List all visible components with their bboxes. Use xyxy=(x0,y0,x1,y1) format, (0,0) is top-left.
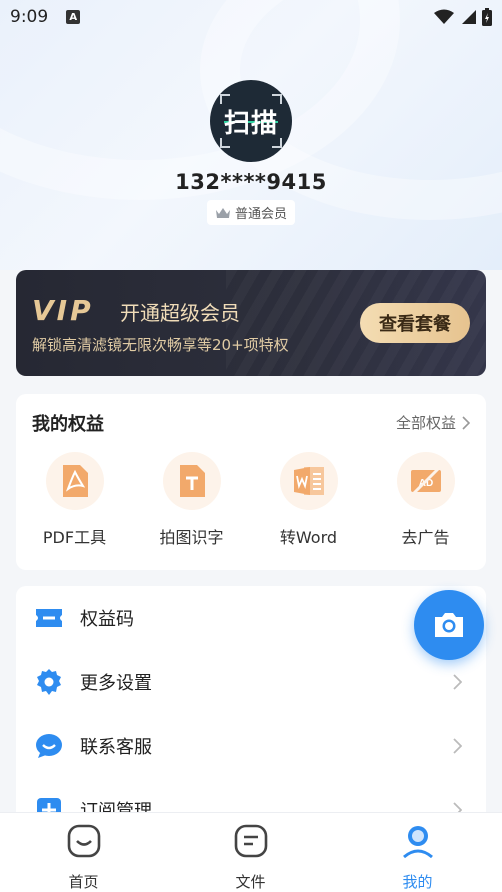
avatar-text: 扫描 xyxy=(223,108,278,139)
user-phone: 132****9415 xyxy=(175,170,327,194)
signal-icon xyxy=(462,10,476,24)
all-benefits-label: 全部权益 xyxy=(395,414,456,432)
benefit-label: 转Word xyxy=(279,528,338,547)
pdf-icon xyxy=(62,465,88,497)
text-recognition-icon xyxy=(179,465,205,497)
tab-label: 我的 xyxy=(402,873,433,891)
tab-label: 文件 xyxy=(235,873,266,891)
member-level: 普通会员 xyxy=(234,207,287,222)
bottom-tab-bar: 首页 文件 我的 xyxy=(0,812,502,892)
benefit-to-word[interactable]: 转Word xyxy=(250,452,367,548)
tab-label: 首页 xyxy=(68,873,99,891)
benefit-text-recognition[interactable]: 拍图识字 xyxy=(133,452,250,548)
profile-section: 扫描 132****9415 普通会员 xyxy=(0,80,502,225)
view-plans-button[interactable]: 查看套餐 xyxy=(360,303,470,343)
word-icon xyxy=(293,467,324,495)
battery-icon xyxy=(482,8,492,26)
benefit-remove-ads[interactable]: AD 去广告 xyxy=(367,452,484,548)
chat-icon xyxy=(36,734,62,758)
notification-icon: A xyxy=(66,10,81,24)
avatar[interactable]: 扫描 xyxy=(210,80,292,162)
status-time: 9:09 xyxy=(10,7,49,27)
benefit-label: PDF工具 xyxy=(42,528,107,547)
gear-icon xyxy=(37,669,61,695)
menu-item-label: 更多设置 xyxy=(80,673,152,694)
chevron-right-icon xyxy=(462,415,470,430)
profile-icon xyxy=(402,826,433,859)
all-benefits-link[interactable]: 全部权益 xyxy=(396,412,470,433)
menu-item-customer-service[interactable]: 联系客服 xyxy=(16,714,486,778)
wifi-icon xyxy=(434,9,454,24)
menu-item-label: 权益码 xyxy=(80,609,134,630)
chevron-right-icon xyxy=(453,738,462,754)
benefit-pdf-tools[interactable]: PDF工具 xyxy=(16,452,133,548)
menu-item-more-settings[interactable]: 更多设置 xyxy=(16,650,486,714)
benefits-title: 我的权益 xyxy=(32,414,104,435)
tab-mine[interactable]: 我的 xyxy=(334,823,501,892)
camera-fab-button[interactable] xyxy=(414,590,484,660)
menu-item-label: 联系客服 xyxy=(80,737,152,758)
tab-home[interactable]: 首页 xyxy=(0,823,167,892)
vip-title: 开通超级会员 xyxy=(120,301,240,325)
member-badge: 普通会员 xyxy=(206,200,295,225)
vip-card[interactable]: VIP 开通超级会员 解锁高清滤镜无限次畅享等20+项特权 查看套餐 xyxy=(16,270,486,376)
chevron-right-icon xyxy=(453,674,462,690)
camera-icon xyxy=(435,613,463,637)
home-icon xyxy=(67,824,100,858)
tab-files[interactable]: 文件 xyxy=(167,823,334,892)
vip-logo: VIP xyxy=(32,294,94,327)
crown-icon xyxy=(215,207,230,218)
remove-ads-icon: AD xyxy=(410,466,441,496)
ticket-icon xyxy=(36,609,62,627)
benefit-label: 拍图识字 xyxy=(159,528,224,547)
file-icon xyxy=(234,824,267,858)
benefit-label: 去广告 xyxy=(401,528,450,547)
benefits-card: 我的权益 全部权益 PDF工具 拍图识字 转Word AD 去广告 xyxy=(16,394,486,570)
vip-subtitle: 解锁高清滤镜无限次畅享等20+项特权 xyxy=(32,336,289,354)
status-bar: 9:09 A xyxy=(0,0,502,34)
